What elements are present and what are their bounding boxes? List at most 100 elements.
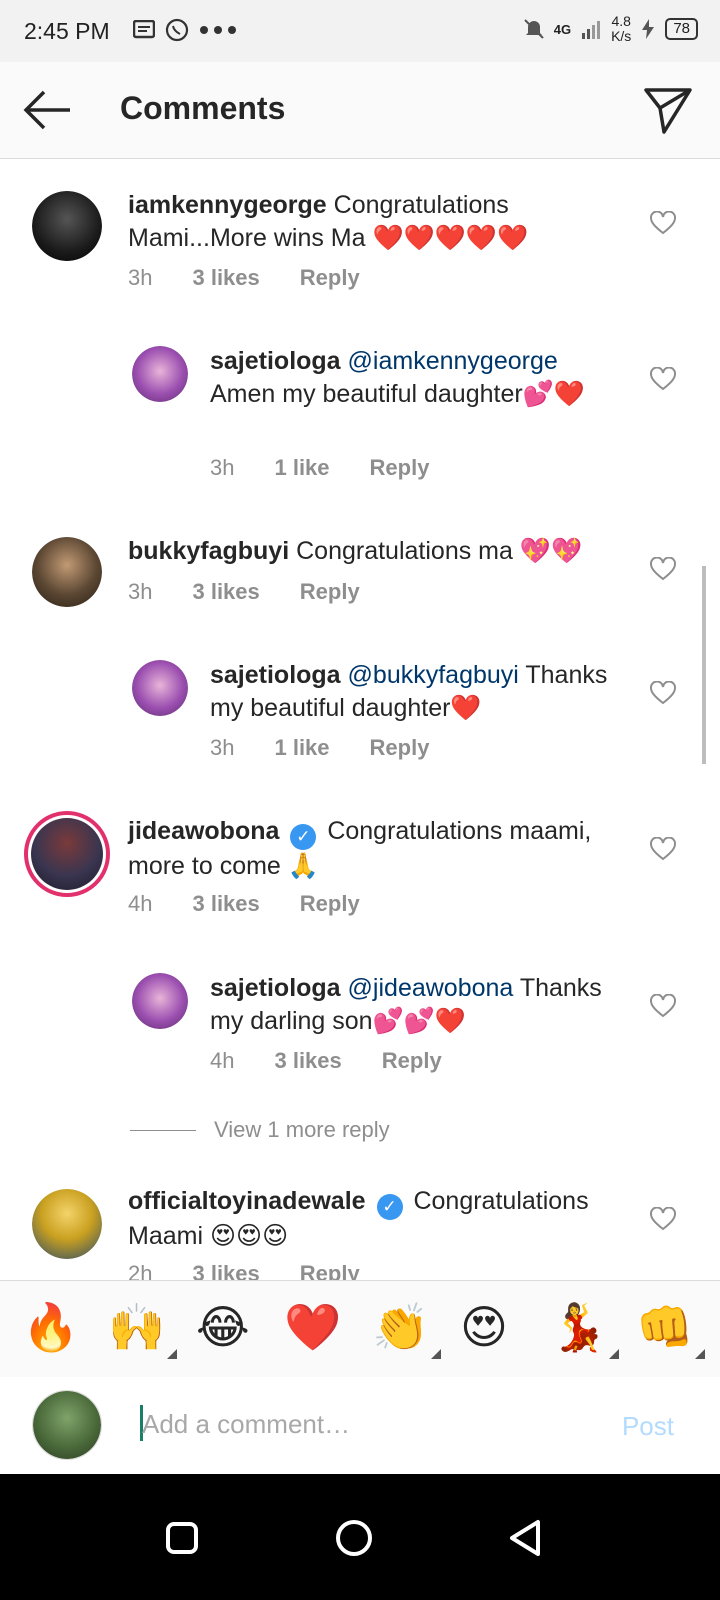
likes-count[interactable]: 1 like bbox=[274, 735, 329, 761]
avatar[interactable] bbox=[32, 191, 102, 261]
charging-icon bbox=[642, 19, 655, 39]
variant-indicator-icon bbox=[167, 1349, 178, 1359]
comment-body: Congratulations ma 💖💖 bbox=[296, 537, 583, 565]
scrollbar-thumb[interactable] bbox=[702, 566, 706, 764]
emoji-clap[interactable]: 👏 bbox=[372, 1301, 442, 1359]
emoji-joy[interactable]: 😂 bbox=[196, 1301, 250, 1353]
reply-button[interactable]: Reply bbox=[370, 735, 430, 761]
emoji-raising-hands[interactable]: 🙌 bbox=[108, 1301, 178, 1359]
view-more-label[interactable]: View 1 more reply bbox=[214, 1117, 390, 1143]
comment-input[interactable] bbox=[140, 1401, 604, 1447]
verified-badge-icon: ✓ bbox=[376, 1194, 403, 1220]
like-heart-icon[interactable] bbox=[650, 837, 676, 861]
verified-badge-icon: ✓ bbox=[290, 824, 317, 850]
comment-text: sajetiologa @iamkennygeorge Amen my beau… bbox=[210, 345, 610, 411]
likes-count[interactable]: 3 likes bbox=[192, 579, 259, 605]
reply-button[interactable]: Reply bbox=[300, 579, 360, 605]
network-speed: 4.8 K/s bbox=[611, 13, 632, 44]
variant-indicator-icon bbox=[609, 1349, 620, 1359]
comment-username[interactable]: iamkennygeorge bbox=[128, 191, 327, 219]
emoji-dancer[interactable]: 💃 bbox=[550, 1301, 620, 1359]
like-heart-icon[interactable] bbox=[650, 211, 676, 235]
comment-username[interactable]: officialtoyinadewale bbox=[128, 1187, 366, 1215]
like-heart-icon[interactable] bbox=[650, 367, 676, 391]
like-heart-icon[interactable] bbox=[650, 994, 676, 1018]
emoji-heart-eyes[interactable]: 😍 bbox=[460, 1301, 508, 1353]
message-icon bbox=[133, 20, 155, 39]
comment-text: iamkennygeorge Congratulations Mami...Mo… bbox=[128, 189, 598, 255]
reply-button[interactable]: Reply bbox=[300, 265, 360, 291]
mention-link[interactable]: @iamkennygeorge bbox=[348, 347, 558, 375]
comment-time: 4h bbox=[210, 1048, 235, 1073]
comment-text: bukkyfagbuyi Congratulations ma 💖💖 bbox=[128, 535, 628, 568]
comment-time: 3h bbox=[210, 455, 235, 480]
view-more-replies[interactable]: View 1 more reply bbox=[130, 1117, 390, 1143]
likes-count[interactable]: 3 likes bbox=[192, 891, 259, 917]
avatar[interactable] bbox=[32, 537, 102, 607]
more-dots-icon bbox=[200, 26, 236, 34]
comment-meta: 3h 1 like Reply bbox=[210, 455, 469, 481]
comment-text: officialtoyinadewale ✓ Congratulations M… bbox=[128, 1185, 628, 1253]
divider bbox=[130, 1129, 196, 1131]
current-user-avatar bbox=[32, 1390, 102, 1460]
network-label: 4G bbox=[553, 21, 572, 37]
comment-time: 3h bbox=[128, 265, 153, 290]
mention-link[interactable]: @jideawobona bbox=[348, 974, 514, 1002]
emoji-quick-bar: 🔥 🙌 😂 ❤️ 👏 😍 💃 👊 bbox=[0, 1280, 720, 1378]
comments-list[interactable]: iamkennygeorge Congratulations Mami...Mo… bbox=[0, 159, 720, 1307]
recent-apps-icon[interactable] bbox=[158, 1514, 206, 1562]
status-right: 4G 4.8 K/s 78 bbox=[524, 14, 698, 44]
emoji-fist[interactable]: 👊 bbox=[636, 1301, 706, 1359]
comment-username[interactable]: bukkyfagbuyi bbox=[128, 537, 289, 565]
comment-username[interactable]: jideawobona bbox=[128, 817, 279, 845]
mute-icon bbox=[524, 19, 544, 39]
comment-meta: 3h 1 like Reply bbox=[210, 735, 469, 761]
variant-indicator-icon bbox=[431, 1349, 442, 1359]
like-heart-icon[interactable] bbox=[650, 681, 676, 705]
notification-icons bbox=[133, 18, 237, 42]
like-heart-icon[interactable] bbox=[650, 1207, 676, 1231]
reply-button[interactable]: Reply bbox=[300, 891, 360, 917]
emoji-fire[interactable]: 🔥 bbox=[22, 1301, 79, 1353]
emoji-heart[interactable]: ❤️ bbox=[284, 1301, 341, 1353]
back-nav-icon[interactable] bbox=[502, 1514, 550, 1562]
mention-link[interactable]: @bukkyfagbuyi bbox=[348, 661, 519, 689]
avatar[interactable] bbox=[132, 346, 188, 402]
likes-count[interactable]: 3 likes bbox=[274, 1048, 341, 1074]
home-icon[interactable] bbox=[330, 1514, 378, 1562]
comment-username[interactable]: sajetiologa bbox=[210, 661, 341, 689]
comment-time: 4h bbox=[128, 891, 153, 916]
header-bar: Comments bbox=[0, 62, 720, 159]
comment-time: 3h bbox=[210, 735, 235, 760]
variant-indicator-icon bbox=[695, 1349, 706, 1359]
avatar[interactable] bbox=[132, 660, 188, 716]
battery-indicator: 78 bbox=[665, 18, 698, 40]
avatar-with-story-ring[interactable] bbox=[24, 811, 110, 897]
likes-count[interactable]: 3 likes bbox=[192, 265, 259, 291]
post-button[interactable]: Post bbox=[622, 1411, 674, 1442]
comment-meta: 3h 3 likes Reply bbox=[128, 579, 400, 605]
status-bar: 2:45 PM 4G 4.8 K/s 78 bbox=[0, 0, 720, 62]
comment-time: 3h bbox=[128, 579, 153, 604]
comment-body: Amen my beautiful daughter💕❤️ bbox=[210, 380, 585, 408]
avatar[interactable] bbox=[132, 973, 188, 1029]
comment-username[interactable]: sajetiologa bbox=[210, 347, 341, 375]
comment-meta: 3h 3 likes Reply bbox=[128, 265, 400, 291]
reply-button[interactable]: Reply bbox=[382, 1048, 442, 1074]
comment-username[interactable]: sajetiologa bbox=[210, 974, 341, 1002]
whatsapp-icon bbox=[165, 18, 189, 42]
comment-composer: Post bbox=[0, 1377, 720, 1473]
comment-text: sajetiologa @jideawobona Thanks my darli… bbox=[210, 972, 620, 1038]
page-title: Comments bbox=[120, 90, 286, 126]
signal-icon bbox=[582, 21, 601, 39]
comment-text: jideawobona ✓ Congratulations maami, mor… bbox=[128, 815, 598, 883]
likes-count[interactable]: 1 like bbox=[274, 455, 329, 481]
reply-button[interactable]: Reply bbox=[370, 455, 430, 481]
direct-send-icon[interactable] bbox=[642, 84, 694, 136]
comment-meta: 4h 3 likes Reply bbox=[210, 1048, 482, 1074]
like-heart-icon[interactable] bbox=[650, 557, 676, 581]
system-nav-bar bbox=[0, 1474, 720, 1600]
avatar[interactable] bbox=[32, 1189, 102, 1259]
status-time: 2:45 PM bbox=[24, 18, 110, 44]
back-arrow-icon[interactable] bbox=[22, 88, 74, 132]
